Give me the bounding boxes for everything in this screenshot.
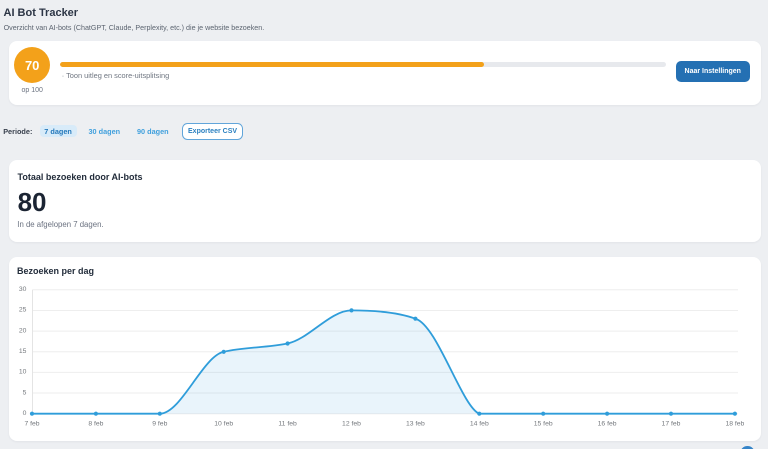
svg-text:7 feb: 7 feb bbox=[24, 420, 39, 427]
svg-text:0: 0 bbox=[22, 410, 26, 417]
svg-text:20: 20 bbox=[18, 327, 26, 334]
svg-text:25: 25 bbox=[18, 306, 26, 313]
svg-text:14 feb: 14 feb bbox=[469, 420, 488, 427]
svg-text:17 feb: 17 feb bbox=[661, 420, 680, 427]
svg-text:11 feb: 11 feb bbox=[278, 420, 297, 427]
svg-text:15: 15 bbox=[18, 348, 26, 355]
svg-text:8 feb: 8 feb bbox=[88, 420, 103, 427]
svg-text:12 feb: 12 feb bbox=[342, 420, 361, 427]
svg-text:10 feb: 10 feb bbox=[214, 420, 233, 427]
svg-text:30: 30 bbox=[18, 286, 26, 293]
svg-text:10: 10 bbox=[18, 368, 26, 375]
svg-text:13 feb: 13 feb bbox=[405, 420, 424, 427]
svg-text:18 feb: 18 feb bbox=[725, 420, 744, 427]
svg-text:16 feb: 16 feb bbox=[597, 420, 616, 427]
svg-text:9 feb: 9 feb bbox=[152, 420, 167, 427]
svg-text:15 feb: 15 feb bbox=[533, 420, 552, 427]
svg-text:5: 5 bbox=[22, 389, 26, 396]
